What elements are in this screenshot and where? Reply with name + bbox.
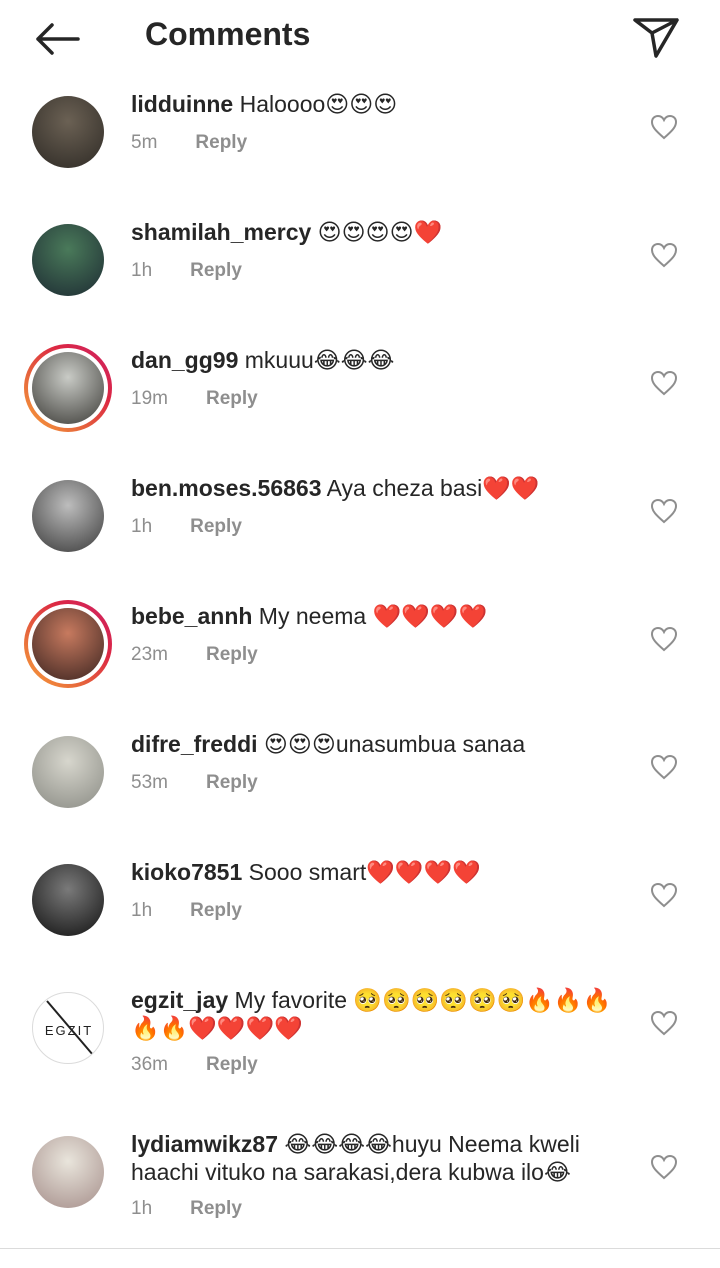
reply-button[interactable]: Reply: [190, 900, 242, 922]
timestamp: 23m: [131, 644, 168, 665]
comment-text: egzit_jay My favorite 🥺🥺🥺🥺🥺🥺🔥🔥🔥🔥🔥❤️❤️❤️❤…: [131, 986, 621, 1042]
avatar[interactable]: [32, 224, 104, 296]
comment-meta: 1h Reply: [131, 516, 242, 538]
like-heart-icon[interactable]: [650, 498, 678, 524]
username[interactable]: kioko7851: [131, 859, 242, 885]
like-heart-icon[interactable]: [650, 1010, 678, 1036]
direct-message-icon[interactable]: [632, 16, 680, 60]
username[interactable]: egzit_jay: [131, 987, 228, 1013]
timestamp: 1h: [131, 516, 153, 537]
comment-body: mkuuu😂😂😂: [238, 347, 395, 373]
like-heart-icon[interactable]: [650, 370, 678, 396]
avatar-logo-text: EGZIT: [45, 1023, 93, 1038]
like-heart-icon[interactable]: [650, 242, 678, 268]
username[interactable]: dan_gg99: [131, 347, 238, 373]
avatar[interactable]: [32, 1136, 104, 1208]
avatar[interactable]: EGZIT: [32, 992, 104, 1064]
comment-meta: 23m Reply: [131, 644, 258, 666]
comment-text: ben.moses.56863 Aya cheza basi❤️❤️: [131, 474, 621, 502]
avatar[interactable]: [24, 344, 112, 432]
reply-button[interactable]: Reply: [206, 644, 258, 666]
like-heart-icon[interactable]: [650, 114, 678, 140]
page-title: Comments: [145, 16, 311, 52]
comment-body: Sooo smart❤️❤️❤️❤️: [242, 859, 481, 885]
comment-text: lidduinne Haloooo😍😍😍: [131, 90, 621, 118]
comment-meta: 53m Reply: [131, 772, 258, 794]
reply-button[interactable]: Reply: [206, 772, 258, 794]
comment-meta: 19m Reply: [131, 388, 258, 410]
timestamp: 19m: [131, 388, 168, 409]
username[interactable]: ben.moses.56863: [131, 475, 322, 501]
comment-meta: 1h Reply: [131, 900, 242, 922]
comment-meta: 36m Reply: [131, 1054, 258, 1076]
like-heart-icon[interactable]: [650, 754, 678, 780]
timestamp: 36m: [131, 1054, 168, 1075]
divider: [0, 1248, 720, 1249]
comment-body: 😍😍😍😍❤️: [311, 219, 443, 245]
comment-body: Aya cheza basi❤️❤️: [321, 475, 540, 501]
avatar[interactable]: [32, 736, 104, 808]
like-heart-icon[interactable]: [650, 1154, 678, 1180]
reply-button[interactable]: Reply: [190, 1198, 242, 1220]
timestamp: 53m: [131, 772, 168, 793]
reply-button[interactable]: Reply: [195, 132, 247, 154]
comment-text: difre_freddi 😍😍😍unasumbua sanaa: [131, 730, 621, 758]
comment-meta: 1h Reply: [131, 260, 242, 282]
username[interactable]: difre_freddi: [131, 731, 258, 757]
username[interactable]: bebe_annh: [131, 603, 252, 629]
username[interactable]: lidduinne: [131, 91, 233, 117]
comment-body: My neema ❤️❤️❤️❤️: [252, 603, 488, 629]
like-heart-icon[interactable]: [650, 882, 678, 908]
avatar[interactable]: [32, 96, 104, 168]
reply-button[interactable]: Reply: [206, 1054, 258, 1076]
header-bar: Comments: [0, 0, 720, 76]
timestamp: 1h: [131, 900, 153, 921]
avatar[interactable]: [32, 480, 104, 552]
comment-text: kioko7851 Sooo smart❤️❤️❤️❤️: [131, 858, 621, 886]
reply-button[interactable]: Reply: [190, 516, 242, 538]
comment-text: shamilah_mercy 😍😍😍😍❤️: [131, 218, 621, 246]
reply-button[interactable]: Reply: [206, 388, 258, 410]
comment-meta: 1h Reply: [131, 1198, 242, 1220]
like-heart-icon[interactable]: [650, 626, 678, 652]
username[interactable]: shamilah_mercy: [131, 219, 311, 245]
reply-button[interactable]: Reply: [190, 260, 242, 282]
timestamp: 5m: [131, 132, 158, 153]
back-arrow-icon[interactable]: [30, 18, 84, 60]
username[interactable]: lydiamwikz87: [131, 1131, 278, 1157]
comment-text: dan_gg99 mkuuu😂😂😂: [131, 346, 621, 374]
timestamp: 1h: [131, 1198, 153, 1219]
comment-text: bebe_annh My neema ❤️❤️❤️❤️: [131, 602, 621, 630]
comment-meta: 5m Reply: [131, 132, 247, 154]
avatar[interactable]: [24, 600, 112, 688]
comment-body: Haloooo😍😍😍: [233, 91, 398, 117]
avatar[interactable]: [32, 864, 104, 936]
comment-text: lydiamwikz87 😂😂😂😂huyu Neema kweli haachi…: [131, 1130, 621, 1186]
timestamp: 1h: [131, 260, 153, 281]
comment-body: 😍😍😍unasumbua sanaa: [257, 731, 526, 757]
